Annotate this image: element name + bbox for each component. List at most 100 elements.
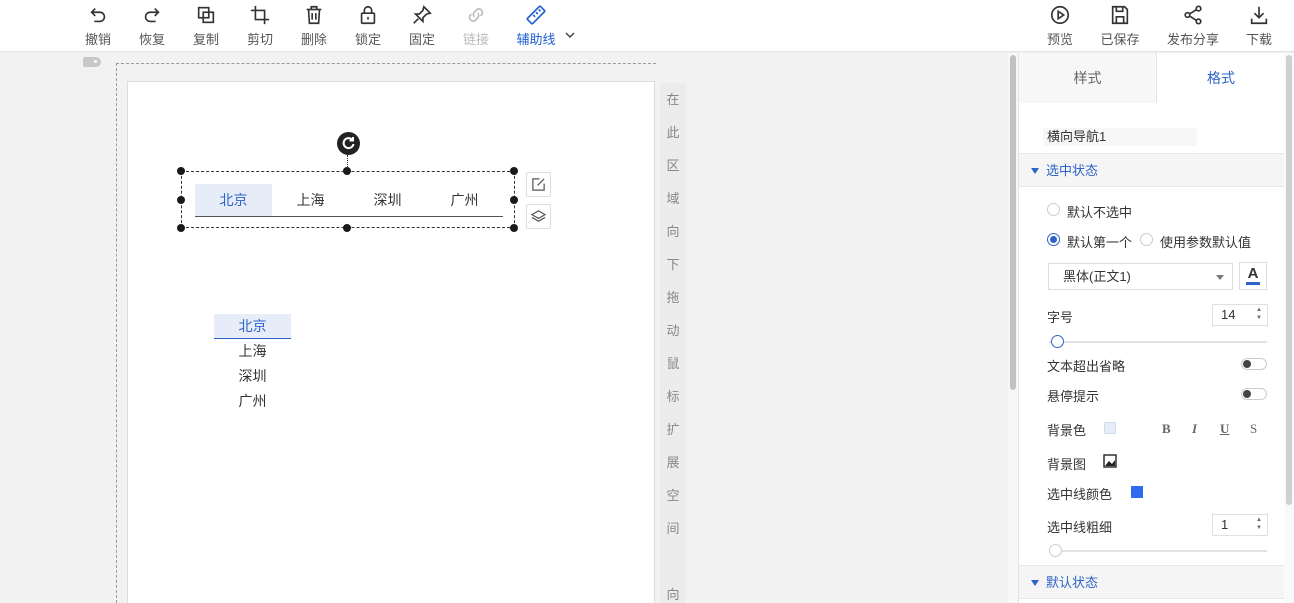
trash-icon (306, 5, 322, 25)
resize-handle-e[interactable] (510, 196, 518, 204)
hover-tip-toggle[interactable] (1241, 388, 1267, 400)
vnav-item[interactable]: 北京 (214, 314, 291, 339)
copy-button[interactable]: 复制 (182, 4, 230, 48)
stepper-down-icon[interactable]: ▼ (1256, 525, 1264, 532)
vnav-item[interactable]: 广州 (214, 389, 291, 414)
font-size-value: 14 (1221, 307, 1236, 322)
scrollbar-thumb[interactable] (1010, 55, 1016, 390)
scrollbar-thumb[interactable] (1286, 55, 1292, 505)
expand-hint-char: 此 (666, 125, 680, 140)
font-size-label: 字号 (1047, 310, 1074, 325)
resize-handle-nw[interactable] (177, 167, 185, 175)
download-icon (1250, 6, 1268, 25)
resize-handle-n[interactable] (343, 167, 351, 175)
expand-hint-char: 展 (666, 455, 680, 470)
font-size-slider[interactable] (1049, 335, 1267, 348)
guide-line-vertical[interactable] (116, 63, 117, 603)
bg-color-swatch[interactable] (1104, 422, 1116, 434)
section-default-state[interactable]: 默认状态 (1019, 565, 1285, 599)
delete-button[interactable]: 删除 (290, 4, 338, 48)
font-family-select[interactable]: 黑体(正文1) (1048, 263, 1233, 290)
panel-scrollbar[interactable] (1284, 53, 1294, 603)
stepper-down-icon[interactable]: ▼ (1256, 315, 1264, 322)
rotate-handle[interactable] (337, 132, 360, 155)
font-family-value: 黑体(正文1) (1063, 269, 1131, 284)
play-icon (1050, 5, 1070, 25)
edit-widget-button[interactable] (526, 172, 551, 197)
radio-default-first[interactable] (1047, 233, 1060, 246)
guide-line-horizontal[interactable] (116, 63, 656, 64)
ruler-tag-icon[interactable] (83, 57, 101, 67)
redo-button[interactable]: 恢复 (128, 4, 176, 48)
pin-button[interactable]: 固定 (398, 4, 446, 48)
hnav-item[interactable]: 北京 (195, 184, 272, 216)
image-icon[interactable] (1103, 454, 1117, 468)
properties-panel: 样式 格式 横向导航1 选中状态 默认不选中 默认第一个 使用参数默认值 黑体(… (1018, 53, 1285, 603)
italic-button[interactable]: I (1192, 421, 1197, 437)
radio-param-default[interactable] (1140, 233, 1153, 246)
ellipsis-label: 文本超出省略 (1047, 359, 1126, 374)
design-page[interactable] (127, 81, 655, 603)
sel-line-width-stepper[interactable]: 1 ▲ ▼ (1212, 514, 1268, 536)
resize-handle-ne[interactable] (510, 167, 518, 175)
hnav-item[interactable]: 上海 (272, 184, 349, 216)
collapse-triangle-icon (1031, 580, 1039, 586)
tab-format[interactable]: 格式 (1157, 53, 1285, 104)
vnav-item[interactable]: 上海 (214, 339, 291, 364)
font-size-stepper[interactable]: 14 ▲ ▼ (1212, 304, 1268, 326)
guides-button[interactable]: 辅助线 (512, 4, 560, 48)
chevron-down-icon[interactable] (563, 28, 577, 42)
undo-label: 撤销 (84, 32, 111, 47)
resize-handle-s[interactable] (343, 224, 351, 232)
expand-hint-strip[interactable]: 在 此 区 域 向 下 拖 动 鼠 标 扩 展 空 间 向 (660, 83, 686, 603)
hnav-item[interactable]: 深圳 (349, 184, 426, 216)
hnav-item[interactable]: 广州 (426, 184, 503, 216)
expand-hint-char (660, 545, 686, 578)
expand-hint-char: 区 (666, 158, 680, 173)
download-button[interactable]: 下载 (1235, 4, 1283, 48)
share-button[interactable]: 发布分享 (1164, 4, 1222, 48)
resize-handle-w[interactable] (177, 196, 185, 204)
expand-hint-char: 向 (666, 587, 680, 602)
font-color-button[interactable]: A (1239, 262, 1267, 290)
underline-button[interactable]: U (1220, 421, 1229, 437)
sel-line-width-slider[interactable] (1049, 544, 1267, 557)
radio-default-none[interactable] (1047, 203, 1060, 216)
radio-label: 默认不选中 (1067, 205, 1133, 220)
canvas-scrollbar[interactable] (1008, 53, 1018, 603)
tab-style[interactable]: 样式 (1019, 53, 1157, 103)
save-button[interactable]: 已保存 (1096, 4, 1144, 48)
link-button[interactable]: 链接 (452, 4, 500, 48)
share-icon (1184, 5, 1202, 25)
sel-line-color-swatch[interactable] (1131, 486, 1143, 498)
cut-button[interactable]: 剪切 (236, 4, 284, 48)
stepper-up-icon[interactable]: ▲ (1256, 517, 1264, 524)
resize-handle-sw[interactable] (177, 224, 185, 232)
expand-hint-char: 拖 (666, 290, 680, 305)
bold-button[interactable]: B (1162, 421, 1171, 437)
preview-button[interactable]: 预览 (1036, 4, 1084, 48)
section-selected-state[interactable]: 选中状态 (1019, 153, 1285, 187)
pin-label: 固定 (408, 32, 435, 47)
expand-hint-char: 下 (666, 257, 680, 272)
layers-icon (530, 210, 547, 222)
slider-knob[interactable] (1051, 335, 1064, 348)
strikethrough-button[interactable]: S (1250, 421, 1257, 437)
expand-hint-char: 标 (666, 389, 680, 404)
save-label: 已保存 (1100, 32, 1140, 47)
expand-hint-char: 空 (666, 488, 680, 503)
component-name-input[interactable]: 横向导航1 (1043, 128, 1197, 146)
stepper-up-icon[interactable]: ▲ (1256, 307, 1264, 314)
undo-button[interactable]: 撤销 (74, 4, 122, 48)
slider-knob[interactable] (1049, 544, 1062, 557)
layers-button[interactable] (526, 204, 551, 229)
canvas-area[interactable]: 在 此 区 域 向 下 拖 动 鼠 标 扩 展 空 间 向 北京 上海 深圳 广… (0, 53, 1008, 603)
save-icon (1111, 5, 1129, 25)
resize-handle-se[interactable] (510, 224, 518, 232)
expand-hint-char: 域 (666, 191, 680, 206)
vnav-item[interactable]: 深圳 (214, 364, 291, 389)
link-label: 链接 (462, 32, 489, 47)
edit-icon (532, 178, 545, 191)
lock-button[interactable]: 锁定 (344, 4, 392, 48)
ellipsis-toggle[interactable] (1241, 358, 1267, 370)
